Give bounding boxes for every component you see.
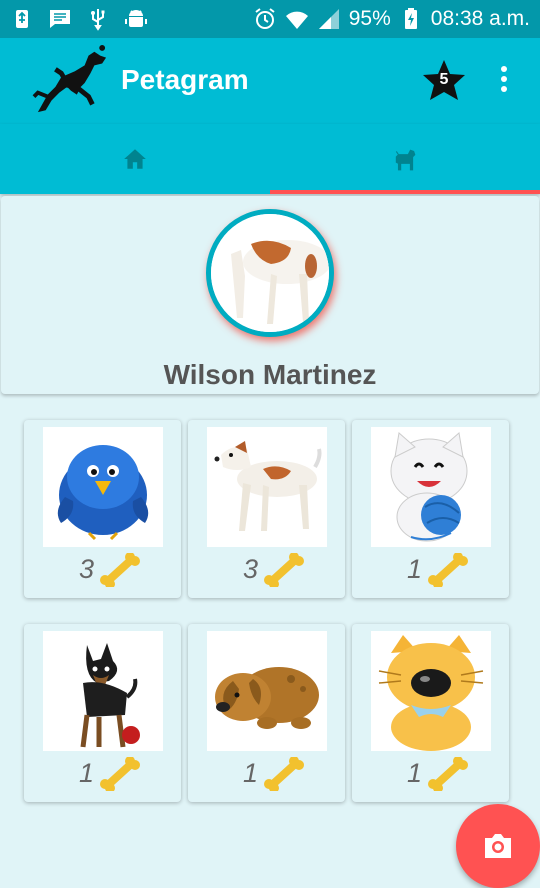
blue-bird-picture: [43, 427, 163, 547]
dog-icon: [395, 149, 416, 171]
profile-card: Wilson Martinez: [1, 196, 539, 394]
bone-icon[interactable]: [100, 553, 140, 587]
black-chihuahua-with-ball-picture: [43, 631, 163, 751]
app-title: Petagram: [121, 64, 249, 95]
favorites-count: 5: [439, 71, 449, 88]
alarm-icon: [255, 8, 275, 29]
bone-icon[interactable]: [100, 757, 140, 791]
message-icon: [50, 10, 70, 28]
tab-home[interactable]: [0, 124, 270, 194]
jack-russell-dog-picture: [211, 214, 329, 332]
usb-debug-icon: [91, 9, 105, 31]
wifi-icon: [285, 11, 308, 29]
pet-card[interactable]: 3: [188, 420, 345, 598]
pet-card[interactable]: 1: [24, 624, 181, 802]
yellow-cat-with-bow-picture: [371, 631, 491, 751]
likes-count: 3: [78, 554, 94, 584]
likes-count: 3: [242, 554, 258, 584]
likes-count: 1: [242, 758, 258, 788]
clock: 08:38 a.m.: [430, 7, 530, 30]
tab-pet-profile[interactable]: [270, 124, 540, 194]
overflow-menu-button[interactable]: [492, 66, 516, 98]
android-icon: [125, 10, 147, 27]
pet-card[interactable]: 1: [352, 420, 509, 598]
camera-fab-button[interactable]: [456, 804, 540, 888]
app-bar: Petagram 5: [0, 38, 540, 124]
home-icon: [124, 149, 146, 169]
likes-count: 1: [406, 554, 422, 584]
bone-icon[interactable]: [264, 757, 304, 791]
pet-card[interactable]: 3: [24, 420, 181, 598]
tab-selection-indicator: [270, 190, 540, 194]
status-bar: 95% 08:38 a.m.: [0, 0, 540, 38]
bone-icon[interactable]: [428, 553, 468, 587]
signal-icon: [318, 9, 339, 29]
jumping-dog-logo: [32, 44, 107, 113]
bone-icon[interactable]: [264, 553, 304, 587]
more-vert-icon: [501, 66, 507, 72]
usb-icon: [16, 10, 28, 28]
battery-percent: 95%: [348, 7, 391, 30]
brown-puppy-picture: [207, 631, 327, 751]
likes-count: 1: [78, 758, 94, 788]
tab-bar: [0, 124, 540, 194]
pet-card[interactable]: 1: [352, 624, 509, 802]
bone-icon[interactable]: [428, 757, 468, 791]
camera-icon: [485, 834, 511, 858]
jack-russell-dog-picture: [207, 427, 327, 547]
favorites-star-button[interactable]: 5: [421, 58, 467, 104]
battery-charging-icon: [404, 8, 417, 29]
pet-card[interactable]: 1: [188, 624, 345, 802]
likes-count: 1: [406, 758, 422, 788]
white-cat-with-yarn-picture: [371, 427, 491, 547]
profile-name: Wilson Martinez: [163, 359, 377, 390]
profile-avatar: [206, 209, 334, 337]
